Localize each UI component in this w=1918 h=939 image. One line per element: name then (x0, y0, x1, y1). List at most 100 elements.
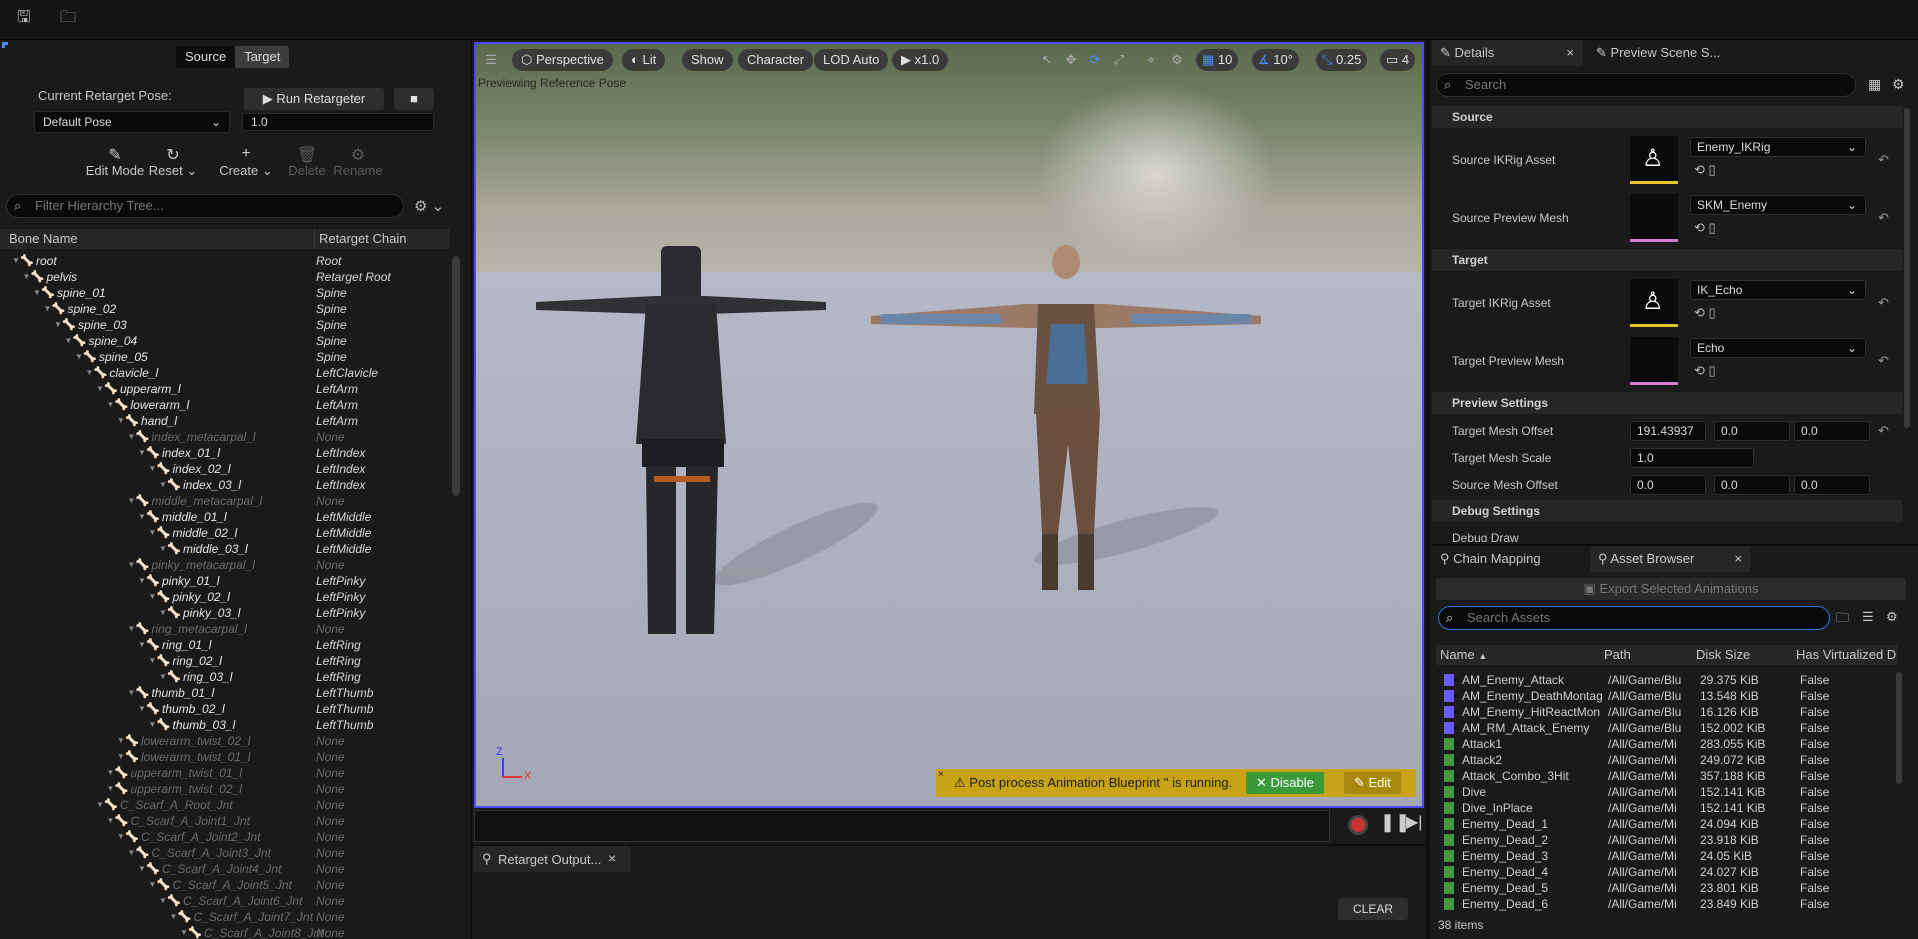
tree-row[interactable]: ▼ 🦴 C_Scarf_A_Joint2_Jnt None (0, 829, 450, 845)
filter-hierarchy-input[interactable]: Filter Hierarchy Tree... (6, 194, 404, 218)
path-column[interactable]: Path (1604, 647, 1631, 662)
expand-arrow-icon[interactable]: ▼ (33, 285, 41, 301)
tree-scrollbar[interactable] (452, 256, 460, 496)
details-scrollbar[interactable] (1904, 108, 1910, 428)
settings-gear-icon[interactable]: ⚙ ⌄ (414, 197, 444, 215)
tree-row[interactable]: ▼ 🦴 spine_04 Spine (0, 333, 450, 349)
close-icon[interactable]: × (1734, 546, 1742, 572)
tree-row[interactable]: ▼ 🦴 spine_03 Spine (0, 317, 450, 333)
tree-row[interactable]: ▼ 🦴 C_Scarf_A_Joint8_Jnt None (0, 925, 450, 939)
asset-row[interactable]: Enemy_Dead_4/All/Game/Mi 24.027 KiB False (1436, 864, 1896, 880)
asset-row[interactable]: Enemy_Dead_3/All/Game/Mi 24.05 KiB False (1436, 848, 1896, 864)
export-animations-button[interactable]: ▣ Export Selected Animations (1436, 578, 1906, 600)
tree-row[interactable]: ▼ 🦴 index_03_l LeftIndex (0, 477, 450, 493)
expand-arrow-icon[interactable]: ▼ (138, 573, 146, 589)
expand-arrow-icon[interactable]: ▼ (75, 349, 83, 365)
target-mesh-thumbnail[interactable] (1630, 337, 1678, 385)
target-offset-x[interactable]: 191.43937 (1630, 421, 1706, 441)
rotate-icon[interactable]: ⟳ (1084, 49, 1106, 71)
disable-button[interactable]: ✕ Disable (1246, 772, 1324, 794)
expand-arrow-icon[interactable]: ▼ (107, 397, 115, 413)
expand-arrow-icon[interactable]: ▼ (159, 541, 167, 557)
tree-row[interactable]: ▼ 🦴 pinky_metacarpal_l None (0, 557, 450, 573)
expand-arrow-icon[interactable]: ▼ (149, 461, 157, 477)
asset-row[interactable]: Attack_Combo_3Hit/All/Game/Mi 357.188 KiB… (1436, 768, 1896, 784)
edit-button[interactable]: ✎ Edit (1344, 772, 1401, 794)
expand-arrow-icon[interactable]: ▼ (149, 653, 157, 669)
asset-row[interactable]: AM_Enemy_Attack/All/Game/Blu 29.375 KiB Fa… (1436, 672, 1896, 688)
edit-mode-button[interactable]: ✎ Edit Mode (84, 145, 146, 178)
tree-row[interactable]: ▼ 🦴 upperarm_twist_01_l None (0, 765, 450, 781)
expand-arrow-icon[interactable]: ▼ (138, 861, 146, 877)
expand-arrow-icon[interactable]: ▼ (138, 637, 146, 653)
use-selected-icon[interactable]: ⟲ ▯ (1694, 220, 1716, 236)
target-ikrig-thumbnail[interactable]: ♙ (1630, 279, 1678, 327)
playback-speed-button[interactable]: ▶ x1.0 (892, 49, 949, 71)
save-icon[interactable]: 🖫 (12, 8, 36, 30)
use-selected-icon[interactable]: ⟲ ▯ (1694, 162, 1716, 178)
expand-arrow-icon[interactable]: ▼ (159, 669, 167, 685)
asset-row[interactable]: Enemy_Dead_2/All/Game/Mi 23.918 KiB False (1436, 832, 1896, 848)
tree-row[interactable]: ▼ 🦴 lowerarm_l LeftArm (0, 397, 450, 413)
preview-settings-section[interactable]: Preview Settings (1432, 392, 1902, 414)
asset-row[interactable]: Dive_InPlace/All/Game/Mi 152.141 KiB False (1436, 800, 1896, 816)
asset-row[interactable]: Attack2/All/Game/Mi 249.072 KiB False (1436, 752, 1896, 768)
grid-snap-button[interactable]: ▦ 10 (1196, 49, 1239, 71)
expand-arrow-icon[interactable]: ▼ (65, 333, 73, 349)
source-mesh-combo[interactable]: SKM_Enemy ⌄ (1690, 195, 1866, 215)
target-mesh-scale-field[interactable]: 1.0 (1630, 448, 1754, 468)
character-button[interactable]: Character (738, 49, 814, 71)
expand-arrow-icon[interactable]: ▼ (138, 701, 146, 717)
source-ikrig-thumbnail[interactable]: ♙ (1630, 136, 1678, 184)
pose-blend-field[interactable]: 1.0 (242, 113, 434, 131)
settings-gear-icon[interactable]: ⚙ (1892, 76, 1905, 93)
tree-row[interactable]: ▼ 🦴 pelvis Retarget Root (0, 269, 450, 285)
filter-icon[interactable]: ☰ (1862, 609, 1874, 625)
tree-row[interactable]: ▼ 🦴 pinky_01_l LeftPinky (0, 573, 450, 589)
tree-row[interactable]: ▼ 🦴 middle_03_l LeftMiddle (0, 541, 450, 557)
tree-row[interactable]: ▼ 🦴 thumb_02_l LeftThumb (0, 701, 450, 717)
source-offset-x[interactable]: 0.0 (1630, 475, 1706, 495)
expand-arrow-icon[interactable]: ▼ (128, 685, 136, 701)
world-local-icon[interactable]: ⌖ (1140, 49, 1162, 71)
expand-arrow-icon[interactable]: ▼ (159, 605, 167, 621)
asset-row[interactable]: AM_RM_Attack_Enemy/All/Game/Blu 152.002 K… (1436, 720, 1896, 736)
use-selected-icon[interactable]: ⟲ ▯ (1694, 305, 1716, 321)
timeline-field[interactable] (474, 810, 1330, 842)
expand-arrow-icon[interactable]: ▼ (138, 445, 146, 461)
disk-size-column[interactable]: Disk Size (1696, 647, 1750, 662)
camera-speed-button[interactable]: ▭ 4 (1380, 49, 1416, 71)
source-section[interactable]: Source (1432, 106, 1902, 128)
reset-button[interactable]: ↻ Reset ⌄ (148, 145, 198, 179)
details-search-input[interactable]: Search (1436, 73, 1856, 97)
source-offset-y[interactable]: 0.0 (1714, 475, 1790, 495)
expand-arrow-icon[interactable]: ▼ (86, 365, 94, 381)
target-ikrig-combo[interactable]: IK_Echo ⌄ (1690, 280, 1866, 300)
close-icon[interactable]: × (608, 850, 616, 866)
reset-arrow-icon[interactable]: ↶ (1878, 210, 1889, 226)
tree-row[interactable]: ▼ 🦴 index_metacarpal_l None (0, 429, 450, 445)
tree-row[interactable]: ▼ 🦴 root Root (0, 253, 450, 269)
asset-search-input[interactable]: Search Assets (1438, 606, 1830, 630)
lit-button[interactable]: ◐ Lit (622, 49, 666, 71)
use-selected-icon[interactable]: ⟲ ▯ (1694, 363, 1716, 379)
expand-arrow-icon[interactable]: ▼ (138, 509, 146, 525)
surface-snap-icon[interactable]: ⚙ (1166, 49, 1188, 71)
expand-arrow-icon[interactable]: ▼ (128, 845, 136, 861)
expand-arrow-icon[interactable]: ▼ (180, 925, 188, 939)
asset-row[interactable]: AM_Enemy_DeathMontag/All/Game/Blu 13.548 … (1436, 688, 1896, 704)
create-button[interactable]: + Create ⌄ (218, 145, 274, 179)
expand-arrow-icon[interactable]: ▼ (107, 813, 115, 829)
tree-row[interactable]: ▼ 🦴 thumb_03_l LeftThumb (0, 717, 450, 733)
tree-row[interactable]: ▼ 🦴 clavicle_l LeftClavicle (0, 365, 450, 381)
scale-icon[interactable]: ⤢ (1108, 49, 1130, 71)
tree-row[interactable]: ▼ 🦴 spine_05 Spine (0, 349, 450, 365)
expand-arrow-icon[interactable]: ▼ (159, 477, 167, 493)
expand-arrow-icon[interactable]: ▼ (23, 269, 31, 285)
tree-row[interactable]: ▼ 🦴 ring_03_l LeftRing (0, 669, 450, 685)
tree-row[interactable]: ▼ 🦴 lowerarm_twist_02_l None (0, 733, 450, 749)
chain-mapping-tab[interactable]: ⚲ Chain Mapping (1436, 546, 1586, 572)
asset-row[interactable]: AM_Enemy_HitReactMon/All/Game/Blu 16.126 … (1436, 704, 1896, 720)
target-tab[interactable]: Target (235, 46, 290, 68)
target-section[interactable]: Target (1432, 249, 1902, 271)
